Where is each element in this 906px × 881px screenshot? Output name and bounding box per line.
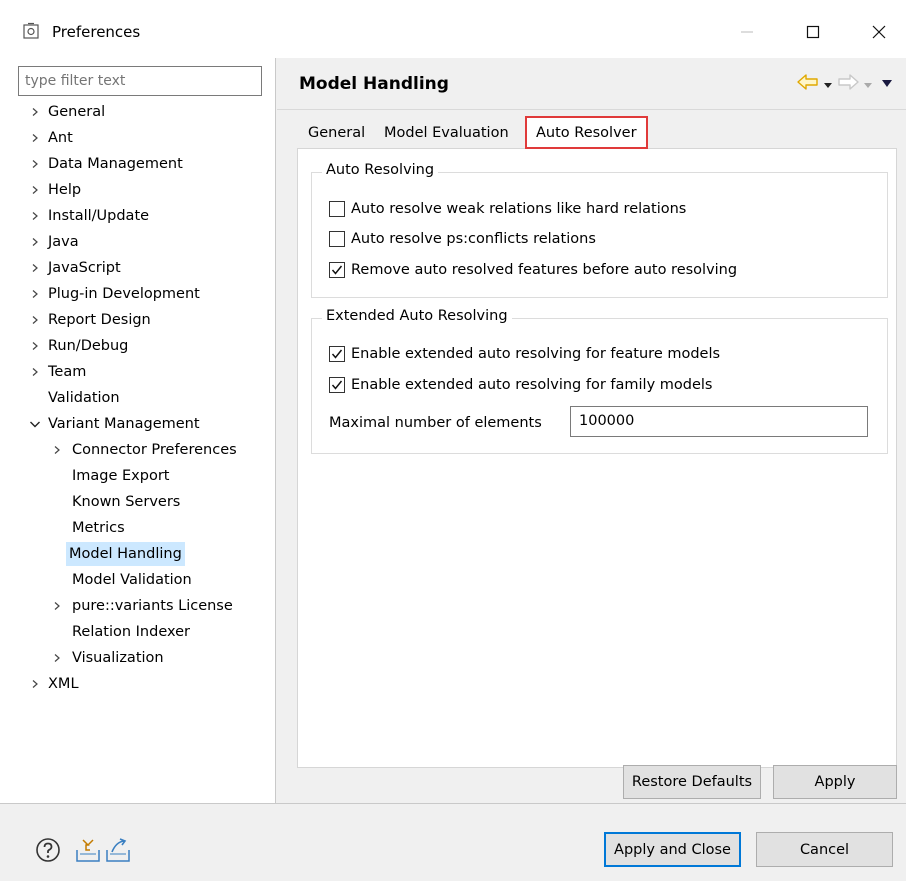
apply-and-close-button[interactable]: Apply and Close (604, 832, 741, 867)
chevron-right-icon[interactable] (28, 204, 42, 228)
title-bar: Preferences (0, 0, 906, 58)
tab-model-evaluation[interactable]: Model Evaluation (376, 119, 517, 149)
feature-models-checkbox[interactable] (329, 346, 345, 362)
filter-input[interactable] (18, 66, 262, 96)
checkmark-icon (331, 349, 343, 359)
window-title: Preferences (52, 23, 141, 41)
back-menu-chevron-icon[interactable] (823, 78, 833, 94)
import-icon[interactable] (74, 836, 102, 864)
apply-button[interactable]: Apply (773, 765, 897, 799)
preference-navigator: General Ant Data Management Help Install… (0, 58, 276, 803)
chevron-right-icon[interactable] (28, 256, 42, 280)
conflicts-relations-checkbox[interactable] (329, 231, 345, 247)
weak-relations-option[interactable]: Auto resolve weak relations like hard re… (329, 198, 686, 220)
weak-relations-checkbox[interactable] (329, 201, 345, 217)
checkmark-icon (331, 380, 343, 390)
title-separator (277, 109, 906, 110)
chevron-right-icon[interactable] (28, 308, 42, 332)
chevron-right-icon[interactable] (50, 594, 64, 618)
max-elements-input[interactable]: 100000 (570, 406, 868, 437)
maximize-button[interactable] (788, 12, 838, 52)
preference-page: Model Handling General Model Evaluation … (277, 58, 906, 803)
chevron-right-icon[interactable] (28, 178, 42, 202)
forward-arrow-icon[interactable] (837, 72, 859, 96)
help-icon[interactable] (34, 836, 62, 864)
chevron-down-icon[interactable] (28, 412, 42, 436)
export-icon[interactable] (104, 836, 132, 864)
family-models-checkbox[interactable] (329, 377, 345, 393)
page-navigation (747, 72, 897, 96)
chevron-right-icon[interactable] (28, 126, 42, 150)
group-title: Extended Auto Resolving (322, 308, 512, 324)
chevron-right-icon[interactable] (28, 360, 42, 384)
group-title: Auto Resolving (322, 162, 439, 178)
close-button[interactable] (854, 12, 904, 52)
tab-auto-resolver[interactable]: Auto Resolver (525, 116, 648, 149)
forward-menu-chevron-icon[interactable] (863, 78, 873, 94)
chevron-right-icon[interactable] (50, 646, 64, 670)
view-menu-chevron-icon[interactable] (881, 77, 893, 93)
auto-resolving-group: Auto Resolving Auto resolve weak relatio… (311, 162, 888, 298)
checkmark-icon (331, 265, 343, 275)
conflicts-relations-option[interactable]: Auto resolve ps:conflicts relations (329, 228, 596, 250)
max-elements-label: Maximal number of elements (329, 415, 542, 431)
back-arrow-icon[interactable] (797, 72, 819, 96)
chevron-right-icon[interactable] (28, 672, 42, 696)
remove-resolved-checkbox[interactable] (329, 262, 345, 278)
minimize-button[interactable] (722, 12, 772, 52)
chevron-right-icon[interactable] (28, 282, 42, 306)
family-models-option[interactable]: Enable extended auto resolving for famil… (329, 374, 712, 396)
page-title: Model Handling (299, 74, 449, 94)
feature-models-option[interactable]: Enable extended auto resolving for featu… (329, 343, 720, 365)
tab-content-panel: Auto Resolving Auto resolve weak relatio… (297, 148, 897, 768)
chevron-right-icon[interactable] (28, 100, 42, 124)
restore-defaults-button[interactable]: Restore Defaults (623, 765, 761, 799)
footer-separator (0, 803, 906, 804)
remove-resolved-option[interactable]: Remove auto resolved features before aut… (329, 259, 737, 281)
chevron-right-icon[interactable] (50, 438, 64, 462)
chevron-right-icon[interactable] (28, 152, 42, 176)
chevron-right-icon[interactable] (28, 334, 42, 358)
cancel-button[interactable]: Cancel (756, 832, 893, 867)
chevron-right-icon[interactable] (28, 230, 42, 254)
extended-auto-resolving-group: Extended Auto Resolving Enable extended … (311, 308, 888, 454)
tab-general[interactable]: General (300, 119, 374, 149)
preferences-icon (22, 22, 40, 40)
